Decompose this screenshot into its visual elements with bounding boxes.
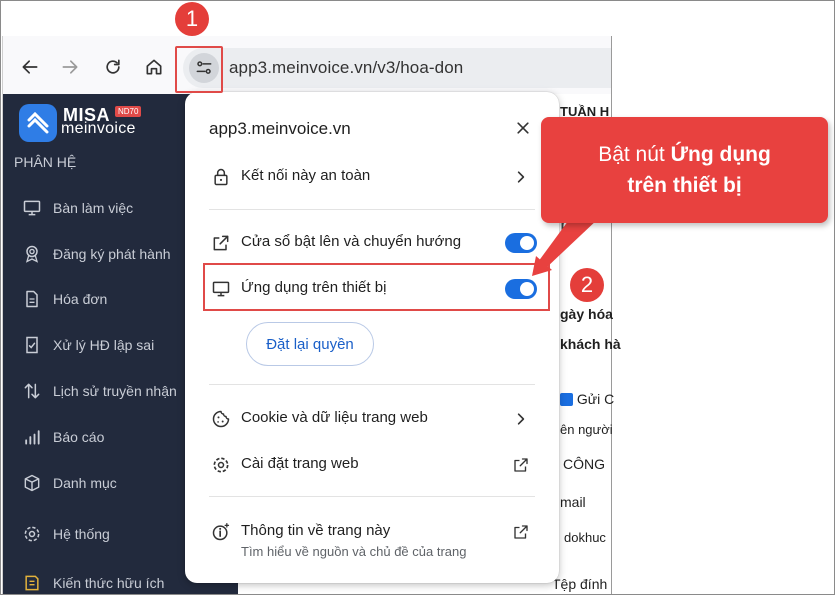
back-button[interactable] (18, 55, 42, 79)
reload-button[interactable] (101, 55, 125, 79)
page-fragment: mail (560, 494, 586, 510)
transfer-icon (21, 380, 43, 402)
close-button[interactable] (513, 118, 533, 138)
sidebar-item-label: Hệ thống (53, 526, 110, 542)
address-bar[interactable]: app3.meinvoice.vn/v3/hoa-don (183, 48, 611, 88)
cookies-row[interactable]: Cookie và dữ liệu trang web (185, 399, 559, 437)
box-icon (21, 472, 43, 494)
divider (209, 384, 535, 385)
arrow-right-icon (62, 60, 78, 74)
step1-highlight-box (175, 46, 223, 93)
divider (209, 209, 535, 210)
home-icon (146, 59, 162, 75)
callout-line2: trên thiết bị (627, 170, 741, 201)
forward-button[interactable] (58, 55, 82, 79)
open-external-icon (210, 232, 232, 254)
sidebar-item-label: Bàn làm việc (53, 200, 134, 216)
desktop-icon (21, 197, 43, 219)
sidebar-item-label: Hóa đơn (53, 291, 108, 307)
logo-text-meinvoice: meinvoice (61, 120, 136, 137)
arrow-left-icon (22, 60, 38, 74)
about-label: Thông tin về trang này (241, 522, 391, 539)
page-fragment: Gửi C (576, 391, 615, 407)
gear-icon (210, 454, 232, 476)
page-fragment: CÔNG (563, 456, 605, 472)
sidebar-item-label: Kiến thức hữu ích (53, 575, 165, 591)
page-fragment: ên người (560, 422, 613, 437)
connection-secure-row[interactable]: Kết nối này an toàn (185, 157, 559, 195)
misa-logo-icon (19, 104, 57, 142)
popups-redirects-row: Cửa sổ bật lên và chuyển hướng (185, 223, 559, 261)
site-settings-label: Cài đặt trang web (241, 455, 359, 472)
info-sparkle-icon (210, 521, 232, 543)
callout-text: Bật nút (598, 143, 671, 166)
url-text[interactable]: app3.meinvoice.vn/v3/hoa-don (229, 58, 463, 78)
chevron-right-icon (511, 167, 531, 187)
about-page-row[interactable]: Thông tin về trang này Tìm hiểu về nguồn… (185, 512, 559, 564)
open-external-icon (511, 455, 531, 475)
edit-document-icon (21, 334, 43, 356)
page-fragment: Tệp đính (552, 576, 608, 592)
popups-label: Cửa sổ bật lên và chuyển hướng (241, 233, 462, 250)
chart-icon (21, 426, 43, 448)
book-icon (21, 572, 43, 594)
site-info-popup: app3.meinvoice.vn Kết nối này an toàn Cử… (185, 92, 559, 583)
reset-permissions-button[interactable]: Đặt lại quyền (246, 322, 374, 366)
reload-icon (106, 59, 120, 74)
site-settings-row[interactable]: Cài đặt trang web (185, 445, 559, 483)
divider (209, 496, 535, 497)
home-button[interactable] (142, 55, 166, 79)
about-sublabel: Tìm hiểu về nguồn và chủ đề của trang (241, 544, 467, 559)
checkbox-checked-icon (560, 393, 573, 406)
sidebar-item-label: Xử lý HĐ lập sai (53, 337, 155, 353)
step2-badge: 2 (570, 268, 604, 302)
page-fragment: khách hà (560, 336, 621, 352)
close-icon (517, 122, 529, 134)
popup-title: app3.meinvoice.vn (209, 119, 351, 138)
browser-toolbar: app3.meinvoice.vn/v3/hoa-don (3, 36, 611, 94)
sidebar-item-label: Báo cáo (53, 429, 105, 445)
send-checkbox-row[interactable]: Gửi C (560, 391, 614, 407)
page-fragment: gày hóa (560, 306, 613, 322)
sidebar-item-label: Lịch sử truyền nhận (53, 383, 177, 399)
sidebar-section-label: PHÂN HỆ (14, 154, 77, 170)
cookies-label: Cookie và dữ liệu trang web (241, 409, 428, 426)
step2-highlight-box (203, 263, 550, 311)
lock-icon (210, 166, 232, 188)
chevron-right-icon (511, 409, 531, 429)
sidebar-item-label: Đăng ký phát hành (53, 246, 171, 262)
page-fragment: dokhuc (564, 530, 606, 545)
callout-bold-text: Ứng dụng (670, 143, 771, 166)
callout-line1: Bật nút Ứng dụng (598, 139, 771, 170)
document-icon (21, 288, 43, 310)
open-external-icon (511, 522, 531, 542)
cookie-icon (210, 408, 232, 430)
badge-icon (21, 243, 43, 265)
connection-label: Kết nối này an toàn (241, 167, 371, 184)
sidebar-item-label: Danh mục (53, 475, 117, 491)
step1-badge: 1 (175, 2, 209, 36)
logo-badge: ND70 (115, 106, 142, 117)
callout-bold-text: trên thiết bị (627, 174, 742, 197)
gear-icon (21, 523, 43, 545)
callout-box: Bật nút Ứng dụng trên thiết bị (541, 117, 828, 223)
